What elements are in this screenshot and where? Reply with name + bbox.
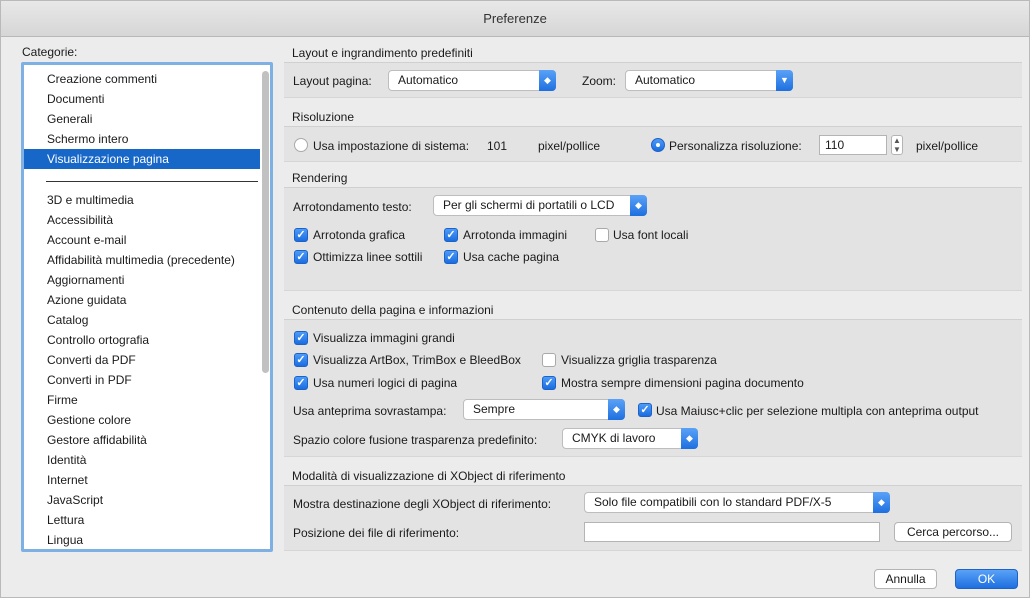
category-item[interactable]: Converti in PDF [24, 370, 260, 390]
chevron-updown-icon: ◆ [608, 399, 625, 420]
shift-click-label: Usa Maiusc+clic per selezione multipla c… [656, 404, 979, 418]
artbox-label: Visualizza ArtBox, TrimBox e BleedBox [313, 353, 521, 367]
categories-label: Categorie: [22, 45, 78, 59]
chevron-updown-icon: ◆ [630, 195, 647, 216]
window-title: Preferenze [1, 1, 1029, 37]
local-fonts-label: Usa font locali [613, 228, 689, 242]
category-item[interactable]: Creazione commenti [24, 69, 260, 89]
category-item[interactable]: Lettura [24, 510, 260, 530]
category-separator [46, 181, 258, 182]
xobject-group-title: Modalità di visualizzazione di XObject d… [292, 469, 566, 483]
category-item[interactable]: Identità [24, 450, 260, 470]
category-item[interactable]: Gestione colore [24, 410, 260, 430]
text-smoothing-label: Arrotondamento testo: [293, 200, 412, 214]
custom-resolution-radio[interactable] [651, 138, 665, 152]
thin-lines-checkbox[interactable]: ✓ [294, 250, 308, 264]
category-item[interactable]: Catalog [24, 310, 260, 330]
transparency-grid-label: Visualizza griglia trasparenza [561, 353, 717, 367]
large-images-label: Visualizza immagini grandi [313, 331, 455, 345]
doc-page-size-label: Mostra sempre dimensioni pagina document… [561, 376, 804, 390]
smooth-art-checkbox[interactable]: ✓ [294, 228, 308, 242]
large-images-checkbox[interactable]: ✓ [294, 331, 308, 345]
smooth-images-checkbox[interactable]: ✓ [444, 228, 458, 242]
category-item[interactable]: Account e-mail [24, 230, 260, 250]
cancel-button[interactable]: Annulla [874, 569, 937, 589]
category-item[interactable]: Firme [24, 390, 260, 410]
category-item[interactable]: Gestore affidabilità [24, 430, 260, 450]
chevron-down-icon: ▼ [776, 70, 793, 91]
layout-group-title: Layout e ingrandimento predefiniti [292, 46, 473, 60]
logical-numbers-checkbox[interactable]: ✓ [294, 376, 308, 390]
resolution-group-title: Risoluzione [292, 110, 355, 124]
page-layout-value: Automatico [398, 73, 459, 87]
blend-space-label: Spazio colore fusione trasparenza predef… [293, 433, 538, 447]
system-resolution-radio[interactable] [294, 138, 308, 152]
categories-scrollbar[interactable] [262, 71, 269, 373]
chevron-updown-icon: ◆ [539, 70, 556, 91]
zoom-value: Automatico [635, 73, 696, 87]
category-item[interactable]: Internet [24, 470, 260, 490]
zoom-select[interactable]: Automatico ▼ [625, 70, 793, 91]
system-resolution-label: Usa impostazione di sistema: [313, 139, 470, 153]
page-layout-select[interactable]: Automatico ◆ [388, 70, 556, 91]
browse-button[interactable]: Cerca percorso... [894, 522, 1012, 542]
category-item[interactable]: Converti da PDF [24, 350, 260, 370]
chevron-updown-icon: ◆ [681, 428, 698, 449]
system-resolution-value: 101 [487, 139, 508, 153]
logical-numbers-label: Usa numeri logici di pagina [313, 376, 458, 390]
category-item[interactable]: Lingua [24, 530, 260, 549]
custom-resolution-unit: pixel/pollice [916, 139, 979, 153]
overprint-label: Usa anteprima sovrastampa: [293, 404, 447, 418]
page-cache-checkbox[interactable]: ✓ [444, 250, 458, 264]
blend-space-value: CMYK di lavoro [572, 431, 656, 445]
category-item[interactable]: Documenti [24, 89, 260, 109]
artbox-checkbox[interactable]: ✓ [294, 353, 308, 367]
transparency-grid-checkbox[interactable] [542, 353, 556, 367]
page-cache-label: Usa cache pagina [463, 250, 560, 264]
category-item[interactable]: Azione guidata [24, 290, 260, 310]
custom-resolution-label: Personalizza risoluzione: [669, 139, 802, 153]
category-item[interactable]: Generali [24, 109, 260, 129]
zoom-label: Zoom: [582, 74, 617, 88]
category-item-selected[interactable]: Visualizzazione pagina [24, 149, 260, 169]
category-item[interactable]: Aggiornamenti [24, 270, 260, 290]
smooth-images-label: Arrotonda immagini [463, 228, 568, 242]
shift-click-checkbox[interactable]: ✓ [638, 403, 652, 417]
xobject-location-input[interactable] [584, 522, 880, 542]
blend-space-select[interactable]: CMYK di lavoro ◆ [562, 428, 698, 449]
ok-button[interactable]: OK [955, 569, 1018, 589]
preferences-window: Preferenze Categorie: Creazione commenti… [0, 0, 1030, 598]
xobject-target-value: Solo file compatibili con lo standard PD… [594, 495, 832, 509]
category-item[interactable]: Accessibilità [24, 210, 260, 230]
category-item[interactable]: JavaScript [24, 490, 260, 510]
xobject-target-label: Mostra destinazione degli XObject di rif… [293, 497, 552, 511]
category-item[interactable]: Controllo ortografia [24, 330, 260, 350]
category-item[interactable]: 3D e multimedia [24, 190, 260, 210]
categories-list[interactable]: Creazione commenti Documenti Generali Sc… [21, 62, 273, 552]
resolution-stepper[interactable]: ▲ ▼ [891, 135, 903, 155]
custom-resolution-input[interactable]: 110 [819, 135, 887, 155]
system-resolution-unit: pixel/pollice [538, 139, 601, 153]
doc-page-size-checkbox[interactable]: ✓ [542, 376, 556, 390]
category-item[interactable]: Schermo intero [24, 129, 260, 149]
overprint-value: Sempre [473, 402, 516, 416]
smooth-art-label: Arrotonda grafica [313, 228, 406, 242]
rendering-group-title: Rendering [292, 171, 348, 185]
chevron-updown-icon: ◆ [873, 492, 890, 513]
xobject-location-label: Posizione dei file di riferimento: [293, 526, 460, 540]
page-layout-label: Layout pagina: [293, 74, 372, 88]
xobject-target-select[interactable]: Solo file compatibili con lo standard PD… [584, 492, 890, 513]
category-item[interactable]: Affidabilità multimedia (precedente) [24, 250, 260, 270]
page-content-group-title: Contenuto della pagina e informazioni [292, 303, 494, 317]
thin-lines-label: Ottimizza linee sottili [313, 250, 423, 264]
local-fonts-checkbox[interactable] [595, 228, 609, 242]
text-smoothing-select[interactable]: Per gli schermi di portatili o LCD ◆ [433, 195, 647, 216]
overprint-select[interactable]: Sempre ◆ [463, 399, 625, 420]
text-smoothing-value: Per gli schermi di portatili o LCD [443, 198, 615, 212]
